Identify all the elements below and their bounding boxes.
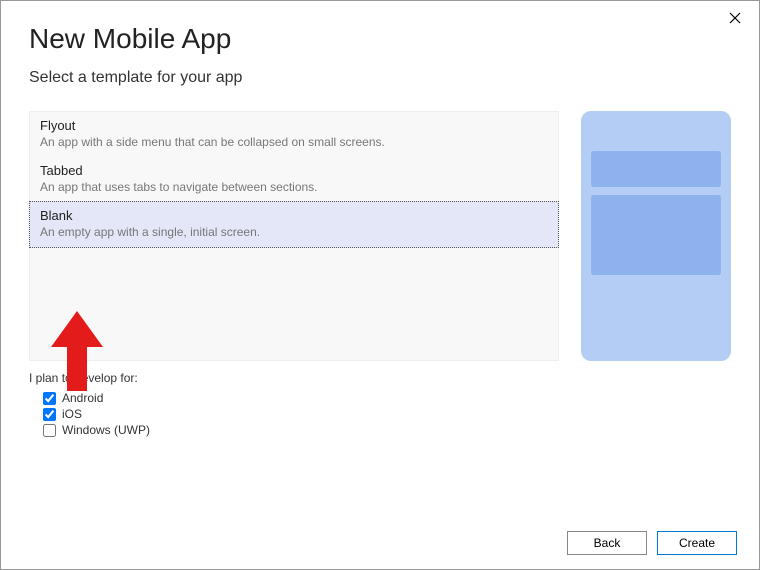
template-name: Flyout bbox=[40, 118, 548, 133]
close-button[interactable] bbox=[729, 11, 741, 27]
checkbox-windows-uwp[interactable]: Windows (UWP) bbox=[43, 423, 731, 437]
back-button[interactable]: Back bbox=[567, 531, 647, 555]
checkbox-input[interactable] bbox=[43, 408, 56, 421]
create-button[interactable]: Create bbox=[657, 531, 737, 555]
checkbox-label: iOS bbox=[62, 407, 82, 421]
dialog-title: New Mobile App bbox=[1, 1, 759, 69]
template-desc: An app that uses tabs to navigate betwee… bbox=[40, 180, 548, 194]
template-list: Flyout An app with a side menu that can … bbox=[29, 111, 559, 361]
preview-block bbox=[591, 195, 721, 275]
checkbox-input[interactable] bbox=[43, 392, 56, 405]
template-preview bbox=[581, 111, 731, 361]
close-icon bbox=[729, 12, 741, 24]
template-desc: An empty app with a single, initial scre… bbox=[40, 225, 548, 239]
checkbox-ios[interactable]: iOS bbox=[43, 407, 731, 421]
template-item-flyout[interactable]: Flyout An app with a side menu that can … bbox=[30, 112, 558, 157]
develop-for-label: I plan to develop for: bbox=[29, 371, 731, 385]
template-name: Blank bbox=[40, 208, 548, 223]
template-item-blank[interactable]: Blank An empty app with a single, initia… bbox=[29, 201, 559, 248]
checkbox-label: Android bbox=[62, 391, 103, 405]
template-desc: An app with a side menu that can be coll… bbox=[40, 135, 548, 149]
template-name: Tabbed bbox=[40, 163, 548, 178]
preview-block bbox=[591, 151, 721, 187]
checkbox-input[interactable] bbox=[43, 424, 56, 437]
template-item-tabbed[interactable]: Tabbed An app that uses tabs to navigate… bbox=[30, 157, 558, 202]
checkbox-label: Windows (UWP) bbox=[62, 423, 150, 437]
dialog-subtitle: Select a template for your app bbox=[1, 69, 759, 111]
checkbox-android[interactable]: Android bbox=[43, 391, 731, 405]
